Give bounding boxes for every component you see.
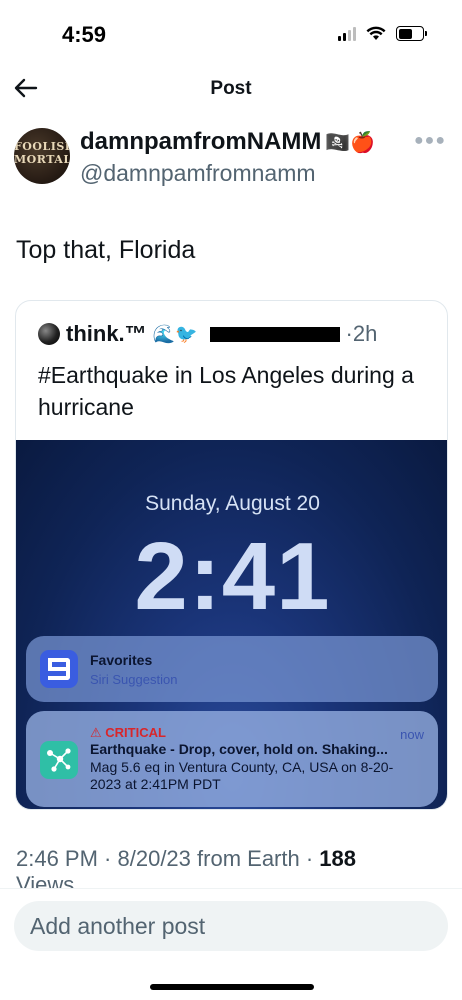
- author-display-name[interactable]: damnpamfromNAMM 🏴‍☠️🍎: [80, 128, 375, 156]
- critical-alert-label: ⚠ CRITICAL: [90, 725, 166, 740]
- notification-title: Earthquake - Drop, cover, hold on. Shaki…: [90, 741, 388, 757]
- quoted-author-avatar: [38, 323, 60, 345]
- notification-favorites: Favorites Siri Suggestion: [26, 636, 438, 702]
- cellular-signal-icon: [338, 26, 356, 41]
- earthquake-app-icon: [40, 741, 78, 779]
- status-icons: [338, 26, 427, 41]
- views-count[interactable]: 188: [319, 846, 356, 871]
- quoted-image-lockscreen[interactable]: Sunday, August 20 2:41 Favorites Siri Su…: [16, 440, 447, 809]
- add-post-input[interactable]: Add another post: [14, 901, 448, 951]
- home-indicator[interactable]: [150, 984, 314, 990]
- post-text: Top that, Florida: [16, 236, 196, 264]
- notification-subtitle: Siri Suggestion: [90, 672, 178, 687]
- author-name-emojis: 🏴‍☠️🍎: [325, 132, 376, 154]
- more-options-icon[interactable]: ●●●: [414, 132, 446, 150]
- post-source: from Earth: [197, 846, 300, 871]
- notification-title: Favorites: [90, 652, 153, 668]
- nav-header: Post: [0, 64, 462, 114]
- avatar-logo-text: FOOLISH MORTAL: [14, 140, 70, 166]
- lockscreen-time: 2:41: [134, 523, 331, 630]
- battery-icon: [396, 26, 427, 41]
- post-date: 8/20/23: [117, 846, 191, 871]
- status-time: 4:59: [62, 22, 107, 47]
- author-handle[interactable]: @damnpamfromnamm: [80, 160, 316, 187]
- shortcuts-app-icon: [40, 650, 78, 688]
- notification-body: Mag 5.6 eq in Ventura County, CA, USA on…: [90, 759, 394, 792]
- post-author: FOOLISH MORTAL damnpamfromNAMM 🏴‍☠️🍎 @dam…: [14, 126, 448, 190]
- quoted-post-time: ·2h: [345, 321, 378, 346]
- post-meta: 2:46 PM · 8/20/23 from Earth · 188: [16, 846, 357, 871]
- notification-time: now: [400, 727, 424, 742]
- lockscreen-date: Sunday, August 20: [145, 492, 320, 515]
- quoted-author-emojis: 🌊🐦: [152, 323, 198, 344]
- page-title: Post: [210, 78, 252, 99]
- quoted-post-header: think.™ 🌊🐦 ·2h: [38, 321, 438, 347]
- avatar[interactable]: FOOLISH MORTAL: [14, 128, 70, 184]
- post-time: 2:46 PM: [16, 846, 98, 871]
- wifi-icon: [366, 26, 386, 40]
- views-label: Views: [16, 874, 75, 888]
- status-bar: 4:59: [0, 0, 462, 64]
- reply-composer-bar: Add another post: [0, 888, 462, 1000]
- quoted-author-name: think.™: [66, 321, 147, 346]
- quoted-post-text: #Earthquake in Los Angeles during a hurr…: [38, 362, 414, 420]
- quoted-post[interactable]: think.™ 🌊🐦 ·2h #Earthquake in Los Angele…: [15, 300, 448, 810]
- notification-critical: ⚠ CRITICAL now Earthquake - Drop, cover,…: [26, 711, 438, 807]
- redacted-handle: [209, 326, 340, 342]
- author-name-text: damnpamfromNAMM: [80, 128, 322, 155]
